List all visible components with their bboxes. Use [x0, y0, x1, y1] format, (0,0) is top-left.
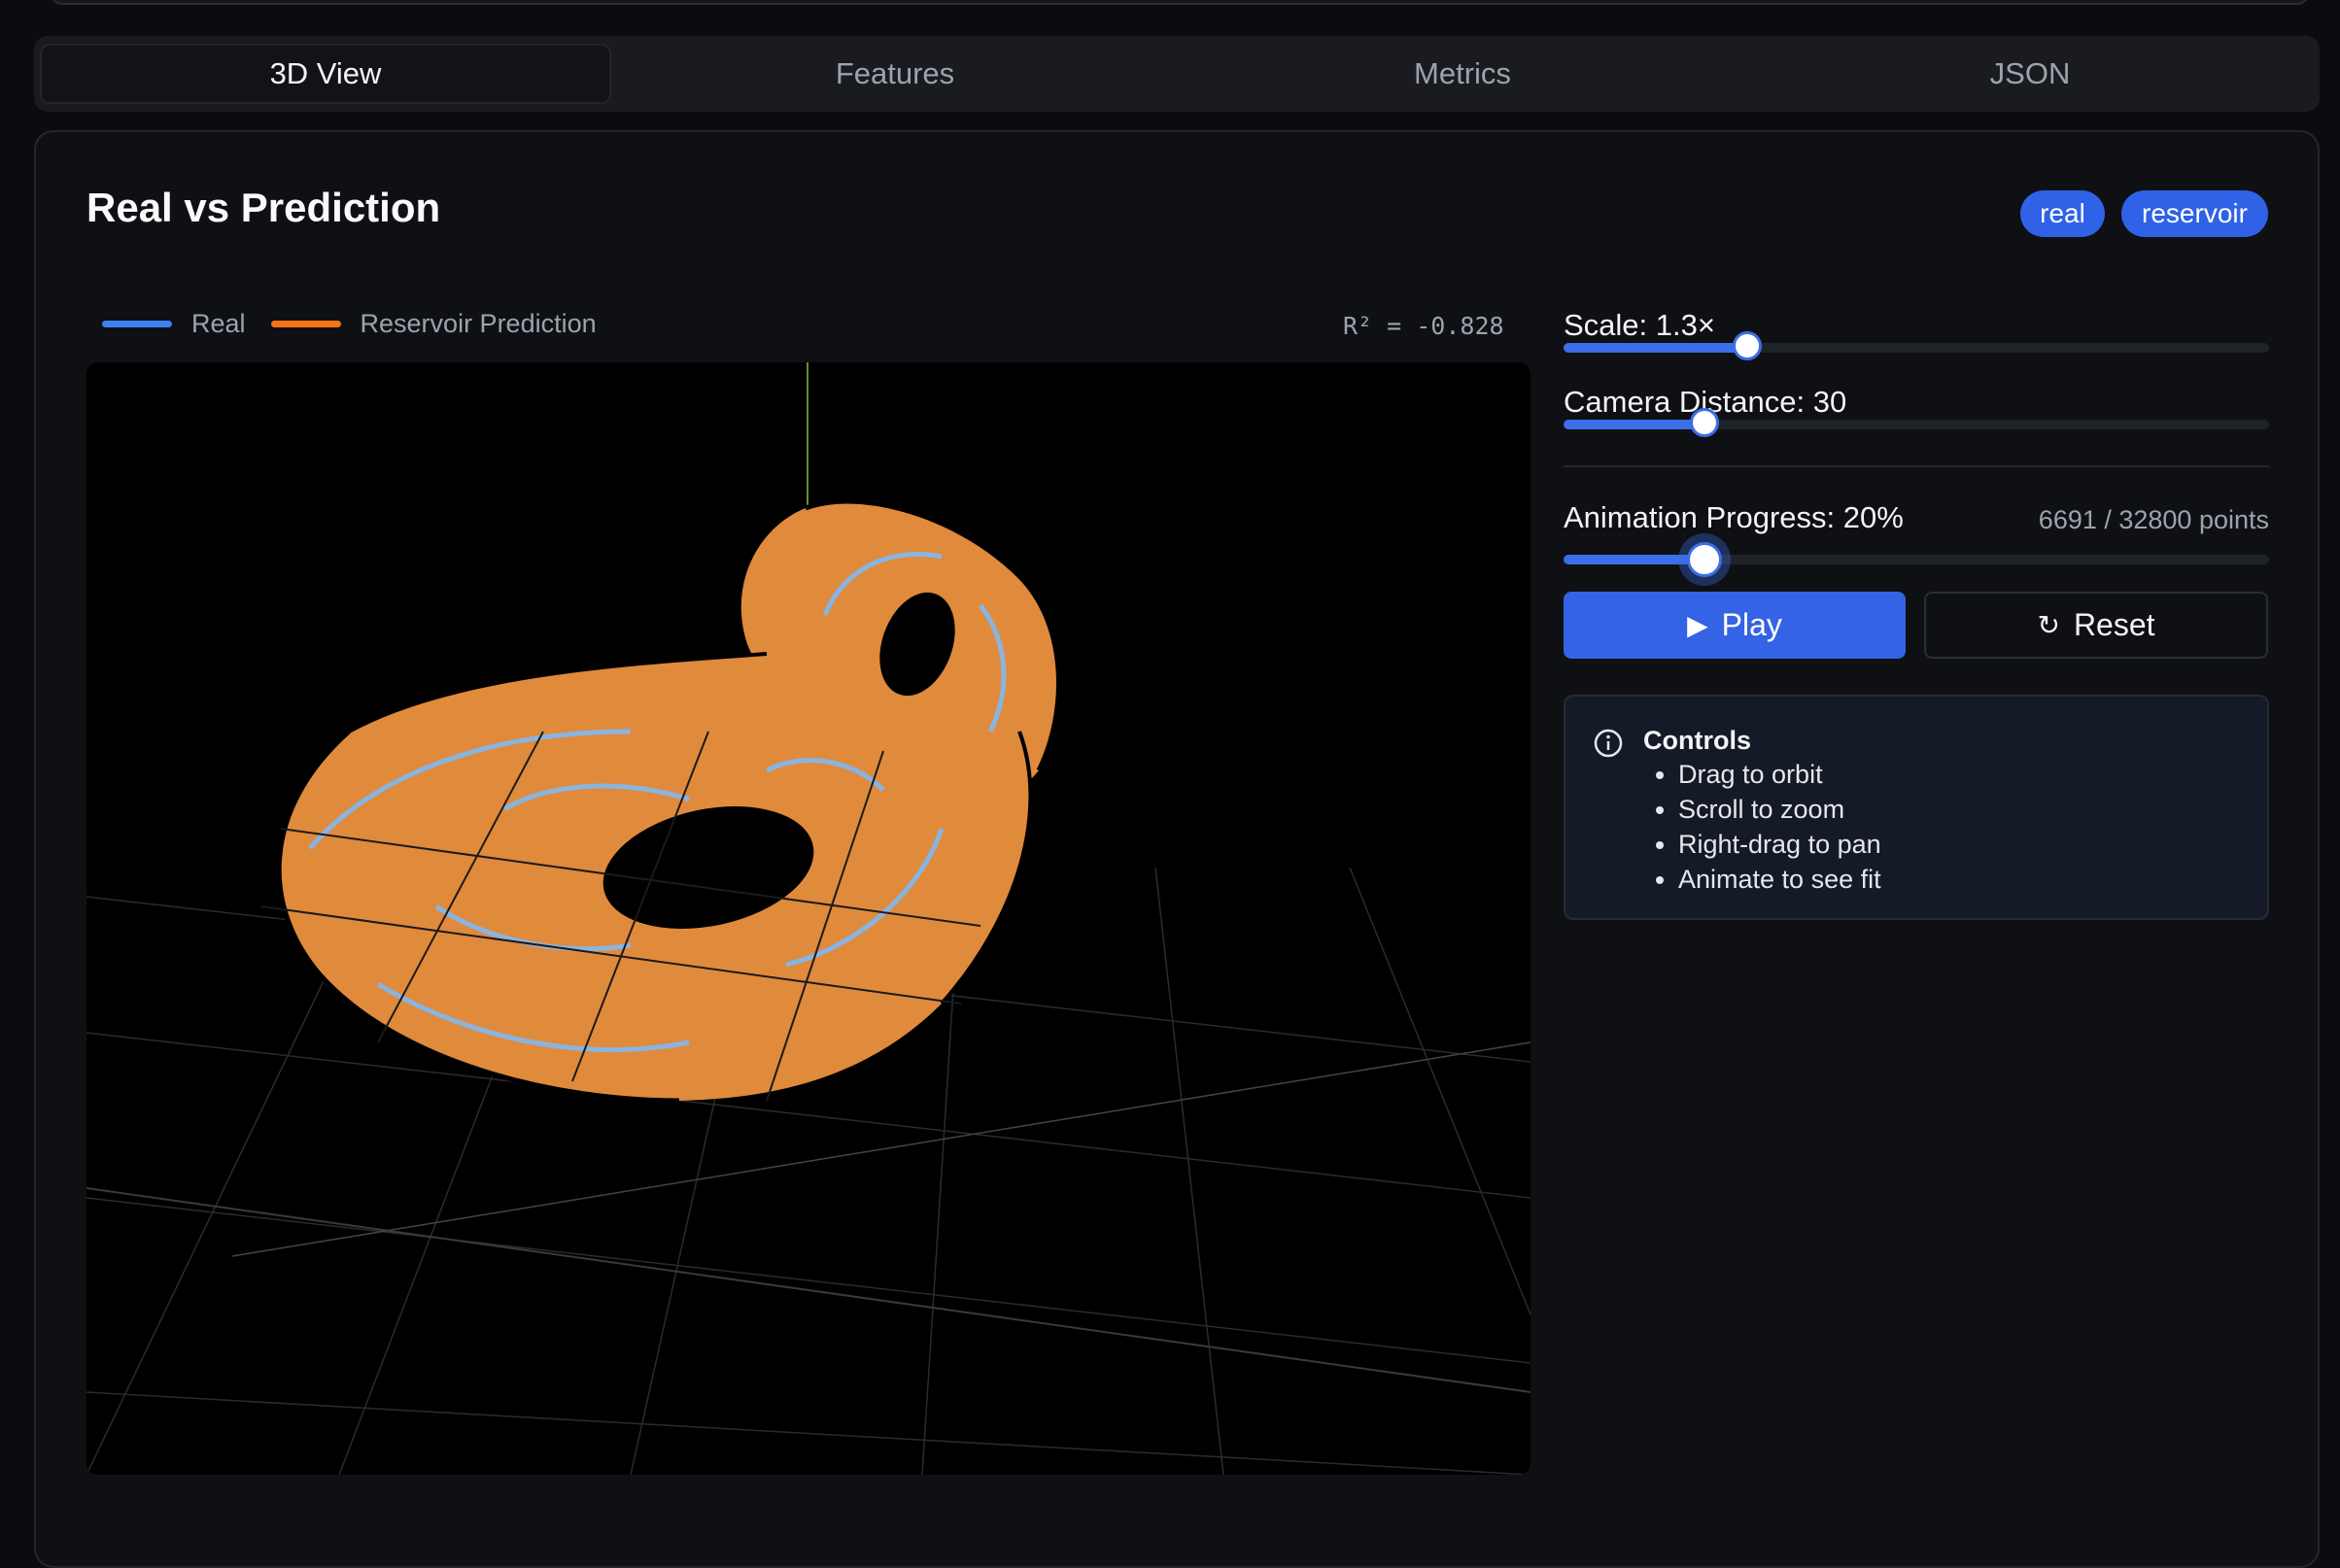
- tab-3d-view[interactable]: 3D View: [40, 44, 611, 104]
- x-axis-line: [86, 1187, 1531, 1393]
- tab-metrics[interactable]: Metrics: [1179, 44, 1746, 104]
- play-icon: ▶: [1687, 610, 1708, 640]
- info-item-zoom: Scroll to zoom: [1678, 792, 1881, 827]
- points-counter: 6691 / 32800 points: [2038, 505, 2269, 534]
- legend-swatch-prediction: [270, 321, 341, 327]
- info-item-orbit: Drag to orbit: [1678, 757, 1881, 792]
- legend-label-prediction: Reservoir Prediction: [360, 309, 597, 338]
- chart-legend: Real Reservoir Prediction: [102, 309, 622, 339]
- controls-divider: [1564, 465, 2269, 467]
- reservoir-badge: reservoir: [2121, 190, 2268, 237]
- 3d-viewport[interactable]: [86, 362, 1531, 1475]
- 3d-scene: [86, 362, 1531, 1475]
- view-tabs: 3D View Features Metrics JSON: [34, 36, 2320, 112]
- animation-progress-slider[interactable]: [1564, 542, 2269, 577]
- camera-distance-fill: [1564, 420, 1705, 429]
- card-title: Real vs Prediction: [86, 185, 441, 230]
- scale-slider[interactable]: [1564, 331, 2269, 360]
- scale-label: Scale: 1.3×: [1564, 308, 1715, 342]
- scale-thumb[interactable]: [1732, 331, 1762, 360]
- attractor-prediction: [276, 498, 1061, 1104]
- r-squared-readout: R² = -0.828: [1343, 312, 1504, 340]
- legend-item-prediction: Reservoir Prediction: [270, 309, 597, 339]
- info-title: Controls: [1643, 726, 1751, 755]
- play-label: Play: [1721, 607, 1782, 642]
- scale-fill: [1564, 343, 1747, 353]
- reset-button[interactable]: ↻ Reset: [1924, 592, 2268, 659]
- camera-distance-slider[interactable]: [1564, 408, 2269, 437]
- animation-progress-thumb[interactable]: [1687, 542, 1723, 577]
- info-item-animate: Animate to see fit: [1678, 862, 1881, 897]
- animation-progress-label: Animation Progress: 20%: [1564, 500, 1904, 534]
- play-button[interactable]: ▶ Play: [1564, 592, 1906, 659]
- camera-distance-thumb[interactable]: [1690, 408, 1720, 437]
- animation-progress-fill: [1564, 555, 1705, 564]
- tab-json[interactable]: JSON: [1746, 44, 2314, 104]
- info-icon: [1594, 729, 1623, 758]
- real-badge: real: [2020, 190, 2105, 237]
- info-item-pan: Right-drag to pan: [1678, 827, 1881, 862]
- top-panel-edge: [51, 0, 2309, 5]
- legend-item-real: Real: [102, 309, 246, 339]
- legend-label-real: Real: [191, 309, 246, 338]
- reset-label: Reset: [2073, 607, 2155, 642]
- controls-info-box: Controls Drag to orbit Scroll to zoom Ri…: [1564, 695, 2269, 920]
- tab-features[interactable]: Features: [611, 44, 1179, 104]
- reset-icon: ↻: [2037, 610, 2060, 640]
- z-axis-line: [231, 1041, 1531, 1257]
- info-list: Drag to orbit Scroll to zoom Right-drag …: [1643, 757, 1881, 897]
- legend-swatch-real: [102, 321, 172, 327]
